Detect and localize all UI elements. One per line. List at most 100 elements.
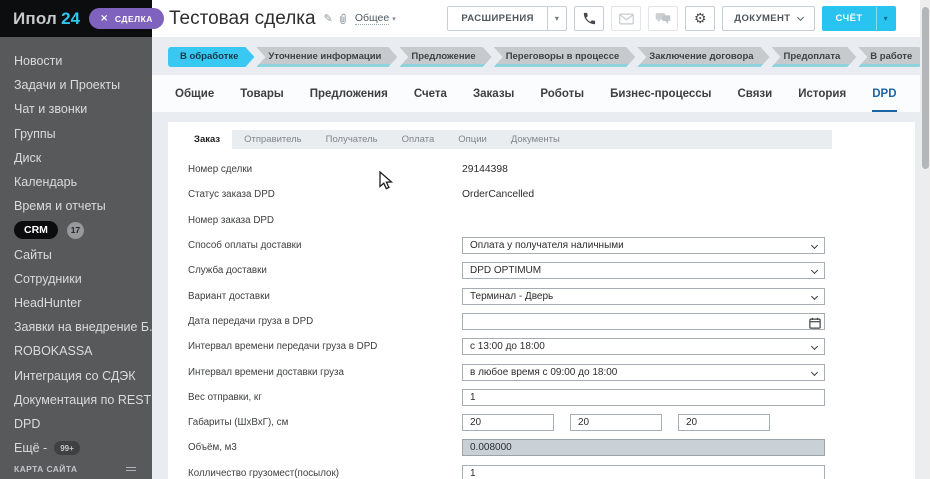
- sidebar-item-chat[interactable]: Чат и звонки: [14, 97, 152, 121]
- sidebar-item-label: Ещё -: [14, 441, 48, 456]
- payment-method-select[interactable]: Оплата у получателя наличными: [462, 237, 825, 255]
- tab-label: Товары: [240, 87, 284, 100]
- stage-label: Переговоры в процессе: [505, 50, 620, 62]
- chevron-down-icon: [810, 368, 819, 376]
- tab-orders[interactable]: Заказы: [473, 75, 514, 112]
- view-switch[interactable]: Общее ▾: [354, 12, 396, 25]
- parcel-count-input[interactable]: [462, 464, 825, 479]
- settings-button[interactable]: ⚙: [685, 6, 716, 31]
- weight-input[interactable]: [462, 388, 825, 406]
- extensions-button[interactable]: РАСШИРЕНИЯ ▾: [447, 6, 568, 31]
- subtab-order[interactable]: Заказ: [182, 130, 233, 149]
- sidebar-item-label: Задачи и Проекты: [14, 78, 121, 93]
- close-icon[interactable]: ×: [100, 13, 109, 24]
- tab-label: Общие: [175, 87, 215, 100]
- calendar-icon[interactable]: [809, 316, 821, 334]
- email-button[interactable]: [611, 6, 642, 31]
- sidebar-item-label: HeadHunter: [14, 295, 82, 310]
- sidebar-item-calendar[interactable]: Календарь: [14, 170, 152, 194]
- invoice-caret-icon[interactable]: ▾: [875, 7, 895, 30]
- document-label: ДОКУМЕНТ: [734, 13, 791, 24]
- tab-links[interactable]: Связи: [738, 75, 773, 112]
- stage-negotiation[interactable]: Переговоры в процессе: [494, 47, 636, 67]
- sidebar-item-employees[interactable]: Сотрудники: [14, 267, 152, 291]
- logo-accent: 24: [61, 8, 80, 28]
- chevron-down-icon: ▾: [392, 14, 396, 23]
- deal-pill[interactable]: × СДЕЛКА: [88, 8, 164, 29]
- sidebar-item-dpd[interactable]: DPD: [14, 412, 152, 436]
- link-icon[interactable]: [337, 13, 348, 25]
- call-button[interactable]: [574, 6, 605, 31]
- subtab-sender[interactable]: Отправитель: [232, 130, 314, 149]
- sidebar-item-requests[interactable]: Заявки на внедрение Б...: [14, 315, 152, 339]
- tab-label: История: [798, 87, 847, 100]
- crm-pill[interactable]: CRM: [14, 221, 58, 240]
- stage-in-progress[interactable]: В обработке: [168, 47, 254, 67]
- subtab-receiver[interactable]: Получатель: [314, 130, 390, 149]
- select-value: Оплата у получателя наличными: [470, 240, 624, 252]
- form-row-dpd-status: Статус заказа DPD OrderCancelled: [188, 182, 915, 207]
- tab-bizproc[interactable]: Бизнес-процессы: [610, 75, 711, 112]
- sidebar-item-label: Заявки на внедрение Б...: [14, 320, 152, 335]
- logo-bar: Ипол 24 × СДЕЛКА: [0, 0, 164, 37]
- sidebar-item-news[interactable]: Новости: [14, 49, 152, 73]
- field-label: Способ оплаты доставки: [188, 240, 302, 252]
- vertical-scrollbar[interactable]: [920, 0, 930, 479]
- dimension-depth-input[interactable]: [678, 414, 770, 432]
- transfer-date-input[interactable]: [462, 312, 825, 330]
- pipeline-stages: В обработке Уточнение информации Предлож…: [168, 47, 930, 67]
- field-label: Интервал времени доставки груза: [188, 366, 344, 378]
- sidebar-item-label: Время и отчеты: [14, 199, 106, 214]
- tab-history[interactable]: История: [798, 75, 846, 112]
- sitemap-icon: [126, 465, 136, 473]
- tab-dpd[interactable]: DPD: [872, 75, 897, 112]
- sidebar-item-more[interactable]: Ещё - 99+: [14, 436, 152, 460]
- sidebar-item-tasks[interactable]: Задачи и Проекты: [14, 73, 152, 97]
- tab-invoices[interactable]: Счета: [414, 75, 447, 112]
- subtab-options[interactable]: Опции: [446, 130, 499, 149]
- stage-prepayment[interactable]: Предоплата: [772, 47, 857, 67]
- stage-label: Уточнение информации: [268, 50, 382, 62]
- sidebar-item-crm[interactable]: CRM 17: [14, 218, 152, 242]
- form-row-dimensions: Габариты (ШхВхГ), см: [188, 410, 915, 435]
- stage-clarification[interactable]: Уточнение информации: [256, 47, 397, 67]
- tab-general[interactable]: Общие: [175, 75, 214, 112]
- document-button[interactable]: ДОКУМЕНТ: [722, 6, 815, 31]
- scrollbar-thumb[interactable]: [921, 7, 929, 169]
- sidebar-item-rest-docs[interactable]: Документация по REST ...: [14, 388, 152, 412]
- select-value: Терминал - Дверь: [470, 290, 554, 302]
- extensions-caret-icon[interactable]: ▾: [546, 7, 566, 30]
- delivery-service-select[interactable]: DPD OPTIMUM: [462, 262, 825, 280]
- crm-count-badge: 17: [66, 221, 84, 239]
- tab-products[interactable]: Товары: [240, 75, 283, 112]
- sidebar-item-sdek[interactable]: Интеграция со СДЭК: [14, 363, 152, 387]
- sidebar-item-robokassa[interactable]: ROBOKASSA: [14, 339, 152, 363]
- chevron-down-icon: [810, 292, 819, 300]
- sidebar-item-sites[interactable]: Сайты: [14, 243, 152, 267]
- sidebar-item-groups[interactable]: Группы: [14, 122, 152, 146]
- tab-robots[interactable]: Роботы: [540, 75, 584, 112]
- dimension-width-input[interactable]: [462, 414, 554, 432]
- edit-title-icon[interactable]: ✎: [324, 12, 333, 25]
- stage-contract[interactable]: Заключение договора: [637, 47, 769, 67]
- logo[interactable]: Ипол: [13, 9, 57, 29]
- delivery-interval-select[interactable]: в любое время с 09:00 до 18:00: [462, 363, 825, 381]
- transfer-interval-select[interactable]: с 13:00 до 18:00: [462, 338, 825, 356]
- sidebar-item-disk[interactable]: Диск: [14, 146, 152, 170]
- dimension-height-input[interactable]: [570, 414, 662, 432]
- sidebar-item-time[interactable]: Время и отчеты: [14, 194, 152, 218]
- stage-proposal[interactable]: Предложение: [399, 47, 491, 67]
- subtab-documents[interactable]: Документы: [499, 130, 572, 149]
- sidebar-item-headhunter[interactable]: HeadHunter: [14, 291, 152, 315]
- stage-working[interactable]: В работе: [858, 47, 928, 67]
- invoice-button[interactable]: СЧЁТ ▾: [821, 6, 896, 31]
- tab-quotes[interactable]: Предложения: [310, 75, 388, 112]
- subtab-payment[interactable]: Оплата: [390, 130, 447, 149]
- page-title: Тестовая сделка: [169, 7, 316, 29]
- delivery-variant-select[interactable]: Терминал - Дверь: [462, 287, 825, 305]
- sitemap-link[interactable]: КАРТА САЙТА: [14, 464, 136, 474]
- phone-icon: [583, 12, 595, 25]
- chat-button[interactable]: [648, 6, 679, 31]
- sidebar-item-label: Новости: [14, 54, 63, 69]
- field-label: Служба доставки: [188, 265, 267, 277]
